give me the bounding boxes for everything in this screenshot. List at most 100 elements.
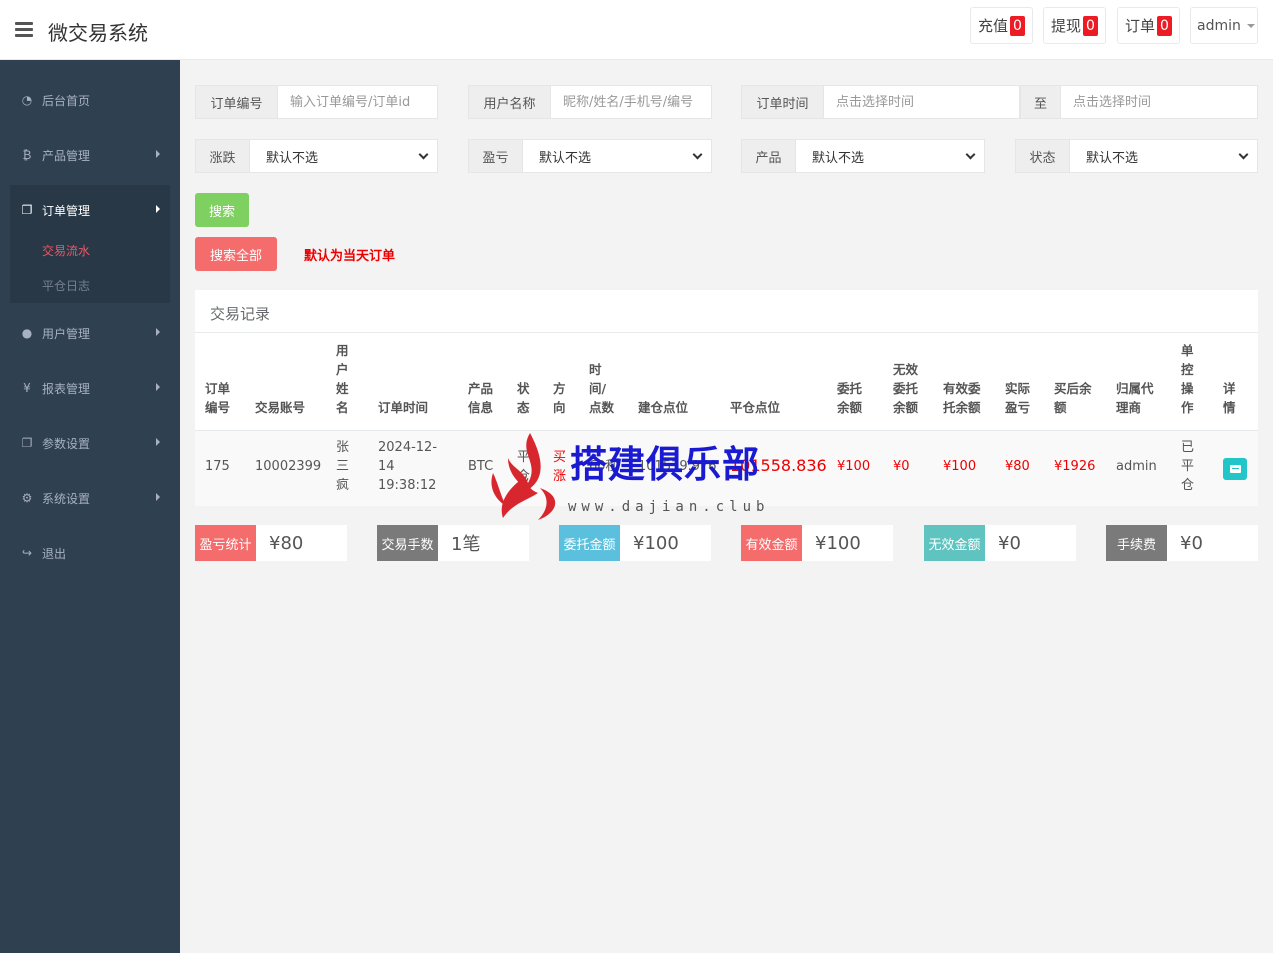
cell-control: 已平仓 [1181,440,1195,493]
cell-account: 10002399 [255,459,322,474]
stat-invalid-amount: 无效金额 ¥0 [924,525,1076,561]
stat-value: ¥0 [1180,532,1203,554]
sidebar-item-label: 订单管理 [42,203,91,218]
product-field: 产品 默认不选 [741,139,985,173]
profit-loss-field: 盈亏 默认不选 [468,139,712,173]
withdraw-label: 提现 [1051,17,1082,35]
stat-value: ¥100 [633,532,679,554]
sidebar-item-products[interactable]: ₿ 产品管理 [10,130,170,180]
card-icon [1229,465,1241,473]
profit-loss-select[interactable]: 默认不选 [523,140,711,172]
product-value: 默认不选 [812,150,865,166]
th-valid-commission: 有效委 托余额 [943,381,981,415]
rise-fall-select[interactable]: 默认不选 [250,140,437,172]
recharge-button[interactable]: 充值 0 [970,7,1033,44]
search-button[interactable]: 搜索 [195,193,249,227]
chevron-right-icon [156,493,160,501]
recharge-count-badge: 0 [1010,15,1025,36]
th-invalid-commission: 无效 委托 余额 [893,362,919,415]
th-actual-pl: 实际 盈亏 [1005,381,1031,415]
status-value: 默认不选 [1086,150,1139,166]
th-control: 单控操作 [1181,343,1194,415]
chevron-right-icon [156,383,160,391]
status-label: 状态 [1016,140,1070,172]
sign-out-icon: ↪ [21,546,33,560]
sidebar-subitem-trade-flow[interactable]: 交易流水 [42,242,90,259]
order-time-end-field: 至 [1020,85,1258,119]
chevron-right-icon [156,328,160,336]
stat-commission-amount: 委托金额 ¥100 [559,525,711,561]
cell-status: 平仓 [517,450,531,484]
th-product: 产品 信息 [468,381,494,415]
sidebar-item-logout[interactable]: ↪ 退出 [10,528,170,578]
orders-button[interactable]: 订单 0 [1117,7,1180,44]
sidebar-item-params[interactable]: ❐ 参数设置 [10,418,170,468]
panel-title: 交易记录 [210,305,271,323]
status-select[interactable]: 默认不选 [1070,140,1257,172]
menu-toggle-icon[interactable] [15,22,33,37]
cell-direction: 买涨 [553,450,567,484]
order-time-start-input[interactable] [824,86,1019,118]
chevron-right-icon [156,205,160,213]
sidebar-item-home[interactable]: ◔ 后台首页 [10,75,170,125]
detail-button[interactable] [1223,458,1247,480]
rise-fall-value: 默认不选 [266,150,319,166]
copy-icon: ❐ [21,436,33,450]
rise-fall-label: 涨跌 [196,140,250,172]
profit-loss-label: 盈亏 [469,140,523,172]
chevron-right-icon [156,438,160,446]
sidebar-item-label: 参数设置 [42,436,91,451]
chevron-right-icon [156,150,160,158]
sidebar-item-system[interactable]: ⚙ 系统设置 [10,473,170,523]
order-time-end-input[interactable] [1061,86,1257,118]
chevron-down-icon [418,149,429,159]
sidebar-item-orders[interactable]: ❐ 订单管理 [10,185,170,235]
cell-order-time: 2024-12- 14 19:38:12 [378,440,438,493]
sidebar-subitem-close-log[interactable]: 平仓日志 [42,277,90,294]
sidebar-item-label: 产品管理 [42,148,91,163]
cell-commission: ¥100 [837,459,871,474]
th-close-price: 平仓点位 [730,400,781,415]
bitcoin-icon: ₿ [22,148,32,162]
profit-loss-value: 默认不选 [539,150,592,166]
user-icon: ● [21,326,33,340]
sidebar-item-reports[interactable]: ¥ 报表管理 [10,363,170,413]
sidebar-item-users[interactable]: ● 用户管理 [10,308,170,358]
product-label: 产品 [742,140,796,172]
th-account: 交易账号 [255,400,306,415]
withdraw-button[interactable]: 提现 0 [1043,7,1106,44]
chevron-down-icon [1238,149,1249,159]
chevron-down-icon [692,149,703,159]
user-menu-button[interactable]: admin [1190,7,1258,44]
order-no-input[interactable] [278,86,437,118]
caret-down-icon [1246,23,1255,28]
stat-value: ¥0 [998,532,1021,554]
recharge-label: 充值 [978,17,1009,35]
product-select[interactable]: 默认不选 [796,140,984,172]
th-commission: 委托 余额 [837,381,863,415]
stat-profit-loss: 盈亏统计 ¥80 [195,525,347,561]
stat-label: 交易手数 [377,525,438,561]
sidebar: ◔ 后台首页 ₿ 产品管理 ❐ 订单管理 交易流水 平仓日志 ● 用户管理 ¥ … [0,60,180,953]
cell-product: BTC [468,459,494,474]
sidebar-item-label: 用户管理 [42,326,91,341]
order-no-field: 订单编号 [195,85,438,119]
table-row [195,430,1258,506]
th-order-no: 订单 编号 [205,381,231,415]
order-time-label: 订单时间 [742,86,824,118]
th-order-time: 订单时间 [378,400,429,415]
withdraw-count-badge: 0 [1083,15,1098,36]
cell-order-no: 175 [205,459,230,474]
stat-label: 盈亏统计 [195,525,256,561]
sidebar-item-label: 系统设置 [42,491,91,506]
th-time-points: 时间/点数 [589,362,615,415]
stat-value: ¥80 [269,532,304,554]
divider [195,332,1258,333]
username-input[interactable] [551,86,711,118]
dashboard-icon: ◔ [21,93,33,107]
search-all-button[interactable]: 搜索全部 [195,237,277,271]
username-label: 用户名称 [469,86,551,118]
order-time-to-label: 至 [1021,86,1061,118]
sidebar-item-label: 后台首页 [42,93,91,108]
sidebar-item-label: 退出 [42,546,67,561]
